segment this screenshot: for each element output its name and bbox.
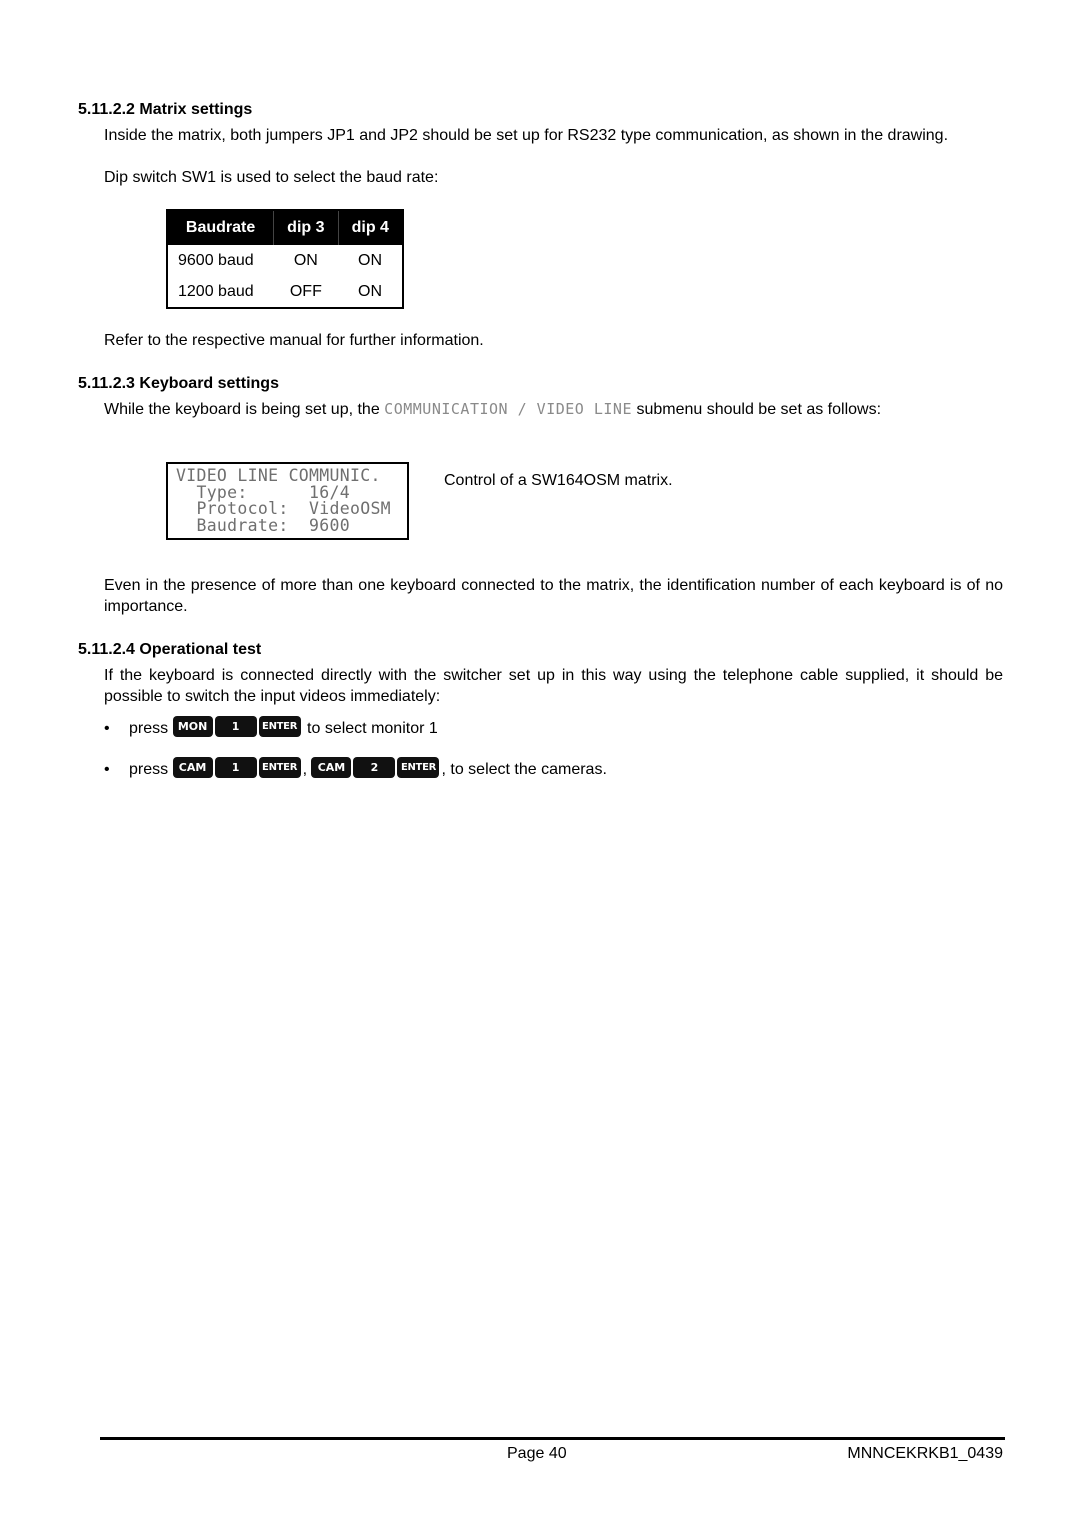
section-heading-matrix-settings: 5.11.2.2 Matrix settings xyxy=(78,101,253,118)
section-heading-keyboard-settings: 5.11.2.3 Keyboard settings xyxy=(78,375,279,392)
keyboard-id-paragraph: Even in the presence of more than one ke… xyxy=(104,577,1003,615)
keyboard-para-after: submenu should be set as follows: xyxy=(636,401,882,418)
bullet-icon: • xyxy=(104,761,110,778)
menu-path: COMMUNICATION / VIDEO LINE xyxy=(384,400,632,418)
dip-switch-paragraph: Dip switch SW1 is used to select the bau… xyxy=(104,169,439,186)
key-1: 1 xyxy=(214,757,257,779)
document-code: MNNCEKRKB1_0439 xyxy=(847,1445,1003,1462)
keyboard-setup-paragraph: While the keyboard is being set up, the … xyxy=(104,399,1003,420)
lcd-line-baudrate: Baudrate: 9600 xyxy=(176,515,350,535)
header-baudrate: Baudrate xyxy=(167,210,275,245)
header-dip4: dip 4 xyxy=(338,210,403,245)
baudrate-table: Baudrate dip 3 dip 4 9600 baud ON ON 120… xyxy=(166,209,404,309)
key-cam: CAM xyxy=(172,757,213,779)
lcd-caption: Control of a SW164OSM matrix. xyxy=(444,472,673,489)
lcd-display: VIDEO LINE COMMUNIC. Type: 16/4 Protocol… xyxy=(166,462,409,540)
key-1: 1 xyxy=(214,716,257,738)
cell-dip4: ON xyxy=(358,282,383,300)
cell-baudrate: 1200 baud xyxy=(178,282,254,300)
bullet-prefix: press xyxy=(129,761,169,778)
key-enter: ENTER xyxy=(397,757,440,779)
table-row: 1200 baud OFF ON xyxy=(167,276,403,308)
matrix-jumper-paragraph: Inside the matrix, both jumpers JP1 and … xyxy=(104,127,949,144)
bullet-suffix: , to select the cameras. xyxy=(441,761,607,778)
table-row: 9600 baud ON ON xyxy=(167,245,403,276)
list-item: • press CAM 1 ENTER, CAM 2 ENTER, to select t… xyxy=(104,757,607,782)
cell-dip3: OFF xyxy=(289,282,322,300)
cell-baudrate: 9600 baud xyxy=(178,251,254,269)
footer-divider xyxy=(100,1437,1005,1440)
key-mon: MON xyxy=(172,716,213,738)
cell-dip4: ON xyxy=(358,251,383,269)
bullet-icon: • xyxy=(104,720,110,737)
key-cam: CAM xyxy=(311,757,352,779)
page-number: Page 40 xyxy=(507,1445,567,1462)
operational-test-paragraph: If the keyboard is connected directly wi… xyxy=(104,667,1003,705)
bullet-prefix: press xyxy=(129,720,169,737)
key-enter: ENTER xyxy=(258,716,301,738)
keyboard-para-before: While the keyboard is being set up, the xyxy=(104,401,380,418)
refer-manual-note: Refer to the respective manual for furth… xyxy=(104,332,484,349)
baudrate-table-header-row: Baudrate dip 3 dip 4 xyxy=(167,210,403,245)
key-separator: , xyxy=(302,761,308,778)
bullet-suffix: to select monitor 1 xyxy=(307,720,438,737)
key-2: 2 xyxy=(353,757,396,779)
cell-dip3: ON xyxy=(293,251,318,269)
section-heading-operational-test: 5.11.2.4 Operational test xyxy=(78,641,262,658)
header-dip3: dip 3 xyxy=(273,210,339,245)
key-enter: ENTER xyxy=(258,757,301,779)
list-item: • press MON 1 ENTER to select monitor 1 xyxy=(104,716,438,741)
